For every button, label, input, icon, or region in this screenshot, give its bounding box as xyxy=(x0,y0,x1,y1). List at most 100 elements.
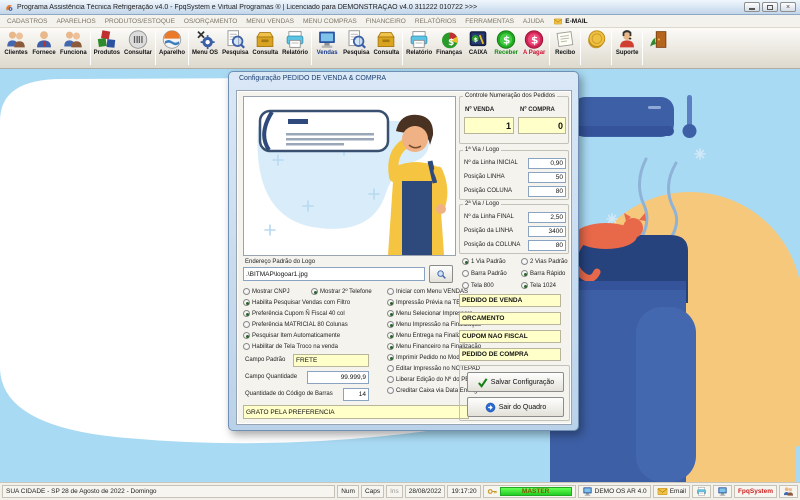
via2-row-value[interactable]: 3400 xyxy=(528,226,566,237)
toolbar-separator xyxy=(611,31,612,65)
option-habilita-pesquisar-vendas[interactable]: Habilita Pesquisar Vendas com Filtro xyxy=(243,299,350,306)
footer-message-input[interactable]: GRATO PELA PREFERENCIA xyxy=(243,405,469,419)
logo-path-input[interactable]: .\BITMAP\logoar1.jpg xyxy=(243,267,425,281)
option-iniciar-menu-vendas[interactable]: Iniciar com Menu VENDAS xyxy=(387,288,468,295)
toolbar-vendas[interactable]: Vendas xyxy=(313,28,341,68)
toolbar-sair[interactable] xyxy=(644,28,672,68)
toolbar-consulta-vendas[interactable]: Consulta xyxy=(371,28,401,68)
option-2-vias-padrao[interactable]: 2 Vias Padrão xyxy=(521,258,568,265)
doc-name-cupom[interactable]: CUPOM NAO FISCAL xyxy=(459,330,561,343)
option-cupom-n-fiscal[interactable]: Preferência Cupom Ñ Fiscal 40 col xyxy=(243,310,345,317)
toolbar-caixa[interactable]: CAIXA xyxy=(464,28,492,68)
status-email[interactable]: Email xyxy=(653,485,690,498)
radio[interactable] xyxy=(387,332,394,339)
radio[interactable] xyxy=(387,321,394,328)
radio[interactable] xyxy=(521,282,528,289)
radio[interactable] xyxy=(243,332,250,339)
option-matricial-80[interactable]: Preferência MATRICIAL 80 Colunas xyxy=(243,321,348,328)
via2-row-value[interactable]: 2,50 xyxy=(528,212,566,223)
option-mostrar-cnpj[interactable]: Mostrar CNPJ xyxy=(243,288,290,295)
compra-number-value[interactable]: 0 xyxy=(518,117,566,134)
toolbar-relatorio-fin[interactable]: Relatório xyxy=(404,28,434,68)
menu-cadastros[interactable]: CADASTROS xyxy=(7,18,47,25)
toolbar-funciona[interactable]: Funciona xyxy=(58,28,89,68)
radio[interactable] xyxy=(243,288,250,295)
toolbar-suporte[interactable]: Suporte xyxy=(613,28,641,68)
maximize-button[interactable] xyxy=(762,2,778,12)
campo-quantidade-input[interactable]: 99.999,9 xyxy=(307,371,369,384)
toolbar-receber[interactable]: Receber xyxy=(492,28,520,68)
doc-name-compra[interactable]: PEDIDO DE COMPRA xyxy=(459,348,561,361)
menu-email[interactable]: E-MAIL xyxy=(553,17,587,26)
menu-aparelhos[interactable]: APARELHOS xyxy=(56,18,95,25)
radio[interactable] xyxy=(387,354,394,361)
menu-ferramentas[interactable]: FERRAMENTAS xyxy=(465,18,514,25)
menu-ajuda[interactable]: AJUDA xyxy=(523,18,544,25)
browse-logo-button[interactable] xyxy=(429,265,453,283)
toolbar-recibo[interactable]: Recibo xyxy=(551,28,579,68)
radio[interactable] xyxy=(243,321,250,328)
status-printer[interactable] xyxy=(692,485,711,498)
venda-number-value[interactable]: 1 xyxy=(464,117,514,134)
menu-produtos-estoque[interactable]: PRODUTOS/ESTOQUE xyxy=(105,18,175,25)
doc-name-venda[interactable]: PEDIDO DE VENDA xyxy=(459,294,561,307)
radio[interactable] xyxy=(387,299,394,306)
save-config-button[interactable]: Salvar Configuração xyxy=(467,372,564,392)
radio[interactable] xyxy=(387,387,394,394)
radio[interactable] xyxy=(387,288,394,295)
toolbar-pesquisa-os[interactable]: Pesquisa xyxy=(220,28,250,68)
toolbar-menu-os[interactable]: Menu OS xyxy=(190,28,220,68)
option-pesquisar-item-auto[interactable]: Pesquisar Item Automaticamente xyxy=(243,332,340,339)
toolbar-produtos[interactable]: Produtos xyxy=(92,28,122,68)
status-monitor[interactable] xyxy=(713,485,732,498)
toolbar-aparelho[interactable]: Aparelho xyxy=(157,28,187,68)
via1-row-value[interactable]: 80 xyxy=(528,186,566,197)
radio[interactable] xyxy=(243,343,250,350)
option-impressao-previa[interactable]: Impressão Prévia na TELA xyxy=(387,299,468,306)
radio[interactable] xyxy=(311,288,318,295)
menu-financeiro[interactable]: FINANCEIRO xyxy=(366,18,406,25)
option-mostrar-2-telefone[interactable]: Mostrar 2º Telefone xyxy=(311,288,372,295)
doc-name-orcamento[interactable]: ORCAMENTO xyxy=(459,312,561,325)
menu-vendas[interactable]: MENU VENDAS xyxy=(246,18,294,25)
toolbar-consultar[interactable]: Consultar xyxy=(122,28,154,68)
toolbar-separator xyxy=(188,31,189,65)
option-tela-1024[interactable]: Tela 1024 xyxy=(521,282,556,289)
toolbar-a-pagar[interactable]: A Pagar xyxy=(520,28,548,68)
toolbar-relatorio-os[interactable]: Relatório xyxy=(280,28,310,68)
menu-relatorios[interactable]: RELATÓRIOS xyxy=(415,18,456,25)
option-tela-troco[interactable]: Habilitar de Tela Troco na venda xyxy=(243,343,338,350)
radio[interactable] xyxy=(521,270,528,277)
radio[interactable] xyxy=(243,310,250,317)
option-barra-rapido[interactable]: Barra Rápido xyxy=(521,270,565,277)
radio[interactable] xyxy=(462,270,469,277)
toolbar-consulta-os[interactable]: Consulta xyxy=(250,28,280,68)
menu-compras[interactable]: MENU COMPRAS xyxy=(303,18,357,25)
radio[interactable] xyxy=(462,258,469,265)
arrow-circle-icon xyxy=(485,402,496,413)
via1-row-value[interactable]: 0,90 xyxy=(528,158,566,169)
barcode-qty-input[interactable]: 14 xyxy=(343,388,369,401)
menu-os-orcamento[interactable]: OS/ORÇAMENTO xyxy=(184,18,237,25)
radio[interactable] xyxy=(462,282,469,289)
radio[interactable] xyxy=(243,299,250,306)
toolbar-pesquisa-vendas[interactable]: Pesquisa xyxy=(341,28,371,68)
radio[interactable] xyxy=(521,258,528,265)
option-1-via-padrao[interactable]: 1 Via Padrão xyxy=(462,258,506,265)
radio[interactable] xyxy=(387,365,394,372)
toolbar-financas[interactable]: Finanças xyxy=(434,28,464,68)
option-tela-800[interactable]: Tela 800 xyxy=(462,282,494,289)
toolbar-fornece[interactable]: Fornece xyxy=(30,28,58,68)
radio[interactable] xyxy=(387,310,394,317)
radio[interactable] xyxy=(387,376,394,383)
toolbar-clientes[interactable]: Clientes xyxy=(2,28,30,68)
radio[interactable] xyxy=(387,343,394,350)
toolbar-moeda[interactable] xyxy=(582,28,610,68)
via2-row-value[interactable]: 80 xyxy=(528,240,566,251)
close-button[interactable]: × xyxy=(780,2,796,12)
exit-button[interactable]: Sair do Quadro xyxy=(467,397,564,417)
via1-row-value[interactable]: 50 xyxy=(528,172,566,183)
minimize-button[interactable] xyxy=(744,2,760,12)
option-barra-padrao[interactable]: Barra Padrão xyxy=(462,270,507,277)
campo-padrao-input[interactable]: FRETE xyxy=(293,354,369,367)
